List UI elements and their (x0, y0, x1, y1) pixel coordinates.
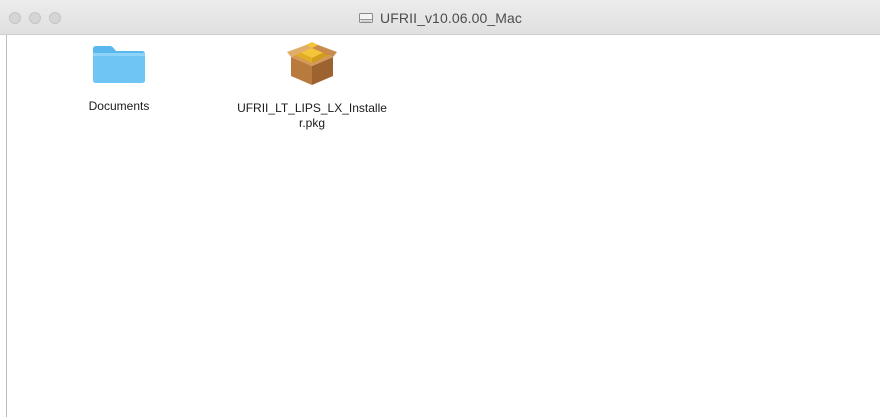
folder-icon (90, 43, 148, 90)
file-browser-area[interactable]: Documents UFRII_LT_LIPS_LX_Installer.pkg (6, 35, 880, 417)
file-item-installer-pkg[interactable]: UFRII_LT_LIPS_LX_Installer.pkg (232, 39, 392, 131)
disk-icon (358, 10, 374, 26)
title-bar[interactable]: UFRII_v10.06.00_Mac (0, 0, 880, 35)
file-label: UFRII_LT_LIPS_LX_Installer.pkg (237, 101, 387, 130)
file-label: Documents (88, 99, 150, 113)
package-icon (286, 39, 338, 92)
window-title: UFRII_v10.06.00_Mac (380, 10, 522, 26)
file-item-documents[interactable]: Documents (39, 43, 199, 114)
finder-window: UFRII_v10.06.00_Mac Documents UFRII_LT_L… (0, 0, 880, 417)
window-title-group: UFRII_v10.06.00_Mac (0, 9, 880, 27)
